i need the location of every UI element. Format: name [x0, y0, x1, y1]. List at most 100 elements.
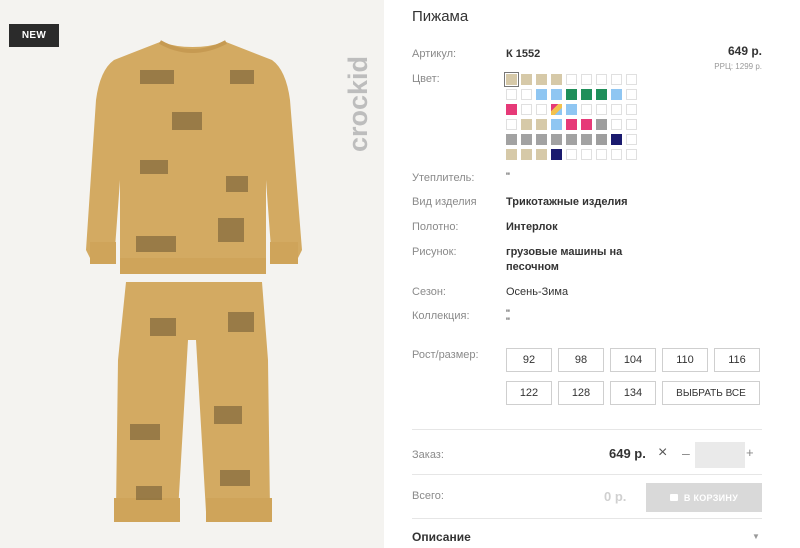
color-swatch[interactable]	[611, 104, 622, 115]
color-swatch[interactable]	[521, 89, 532, 100]
size-label: Рост/размер:	[412, 349, 479, 361]
color-swatch[interactable]	[581, 119, 592, 130]
color-swatch[interactable]	[506, 104, 517, 115]
divider	[412, 474, 762, 475]
color-swatch[interactable]	[581, 89, 592, 100]
color-swatch[interactable]	[611, 74, 622, 85]
select-all-sizes-button[interactable]: ВЫБРАТЬ ВСЕ	[662, 381, 760, 405]
color-swatch[interactable]	[536, 89, 547, 100]
color-swatch[interactable]	[536, 74, 547, 85]
color-swatch[interactable]	[566, 104, 577, 115]
color-swatch[interactable]	[566, 89, 577, 100]
recommended-price: РРЦ: 1299 р.	[714, 62, 762, 71]
add-to-cart-label: В КОРЗИНУ	[683, 492, 739, 503]
fabric-value: Интерлок	[506, 221, 558, 233]
svg-text:crockid: crockid	[343, 56, 373, 152]
pajama-illustration	[0, 0, 384, 548]
color-swatch[interactable]	[611, 134, 622, 145]
total-label: Всего:	[412, 490, 444, 502]
color-swatch[interactable]	[551, 104, 562, 115]
pattern-value-line2: песочном	[506, 261, 559, 273]
add-to-cart-button[interactable]: В КОРЗИНУ	[646, 483, 762, 512]
color-swatch[interactable]	[596, 74, 607, 85]
product-photo: NEW crockid	[0, 0, 384, 548]
product-title: Пижама	[412, 8, 469, 25]
color-swatch[interactable]	[566, 74, 577, 85]
color-swatch[interactable]	[536, 149, 547, 160]
color-swatch[interactable]	[626, 74, 637, 85]
size-button-92[interactable]: 92	[506, 348, 552, 372]
color-swatch[interactable]	[551, 74, 562, 85]
remove-icon[interactable]: ×	[658, 444, 667, 462]
color-swatch[interactable]	[504, 72, 519, 87]
color-swatch[interactable]	[536, 134, 547, 145]
color-swatch[interactable]	[551, 119, 562, 130]
size-button-122[interactable]: 122	[506, 381, 552, 405]
collection-label: Коллекция:	[412, 310, 470, 322]
color-swatch[interactable]	[596, 119, 607, 130]
increase-quantity-button[interactable]: +	[746, 445, 754, 460]
color-swatch[interactable]	[506, 89, 517, 100]
color-swatch[interactable]	[536, 119, 547, 130]
color-swatch[interactable]	[581, 104, 592, 115]
collection-value-line2: "	[506, 316, 510, 328]
color-swatch[interactable]	[566, 149, 577, 160]
quantity-input[interactable]	[695, 442, 745, 468]
divider	[412, 429, 762, 430]
color-swatch[interactable]	[596, 134, 607, 145]
color-swatch[interactable]	[581, 134, 592, 145]
article-value: К 1552	[506, 48, 541, 60]
color-swatch[interactable]	[626, 89, 637, 100]
product-info-panel: Пижама Артикул: К 1552 649 р. РРЦ: 1299 …	[412, 0, 762, 548]
color-label: Цвет:	[412, 73, 440, 85]
color-swatch[interactable]	[551, 134, 562, 145]
color-swatch[interactable]	[521, 74, 532, 85]
color-swatch[interactable]	[611, 149, 622, 160]
color-swatch[interactable]	[581, 149, 592, 160]
chevron-down-icon[interactable]: ▼	[752, 532, 760, 541]
color-swatch[interactable]	[521, 104, 532, 115]
color-swatch[interactable]	[581, 74, 592, 85]
insulation-value: "	[506, 171, 510, 183]
color-swatch[interactable]	[536, 104, 547, 115]
season-value: Осень-Зима	[506, 286, 569, 298]
color-swatch[interactable]	[596, 89, 607, 100]
color-swatch[interactable]	[551, 149, 562, 160]
color-swatch[interactable]	[566, 119, 577, 130]
decrease-quantity-button[interactable]: –	[682, 445, 690, 461]
size-button-128[interactable]: 128	[558, 381, 604, 405]
color-swatch[interactable]	[626, 119, 637, 130]
color-swatch[interactable]	[596, 104, 607, 115]
cart-icon	[669, 494, 678, 501]
size-button-110[interactable]: 110	[662, 348, 708, 372]
fabric-label: Полотно:	[412, 221, 459, 233]
color-swatch[interactable]	[506, 119, 517, 130]
color-swatch[interactable]	[611, 119, 622, 130]
color-swatch[interactable]	[611, 89, 622, 100]
color-swatch[interactable]	[626, 149, 637, 160]
color-swatch[interactable]	[626, 104, 637, 115]
color-swatch[interactable]	[626, 134, 637, 145]
insulation-label: Утеплитель:	[412, 172, 475, 184]
season-label: Сезон:	[412, 286, 446, 298]
size-button-98[interactable]: 98	[558, 348, 604, 372]
size-button-116[interactable]: 116	[714, 348, 760, 372]
color-swatch[interactable]	[521, 149, 532, 160]
total-price: 0 р.	[604, 489, 627, 504]
description-toggle[interactable]: Описание	[412, 530, 471, 544]
size-selector: 92 98 104 110 116 122 128 134 ВЫБРАТЬ ВС…	[506, 348, 766, 408]
article-label: Артикул:	[412, 48, 457, 60]
order-price: 649 р.	[609, 446, 646, 461]
color-swatch[interactable]	[506, 149, 517, 160]
size-button-104[interactable]: 104	[610, 348, 656, 372]
color-swatch[interactable]	[551, 89, 562, 100]
color-swatch[interactable]	[596, 149, 607, 160]
size-button-134[interactable]: 134	[610, 381, 656, 405]
product-price: 649 р.	[727, 44, 762, 58]
divider	[412, 518, 762, 519]
color-swatch[interactable]	[521, 119, 532, 130]
color-swatch[interactable]	[566, 134, 577, 145]
color-swatch[interactable]	[521, 134, 532, 145]
color-swatch[interactable]	[506, 134, 517, 145]
pattern-label: Рисунок:	[412, 246, 457, 258]
